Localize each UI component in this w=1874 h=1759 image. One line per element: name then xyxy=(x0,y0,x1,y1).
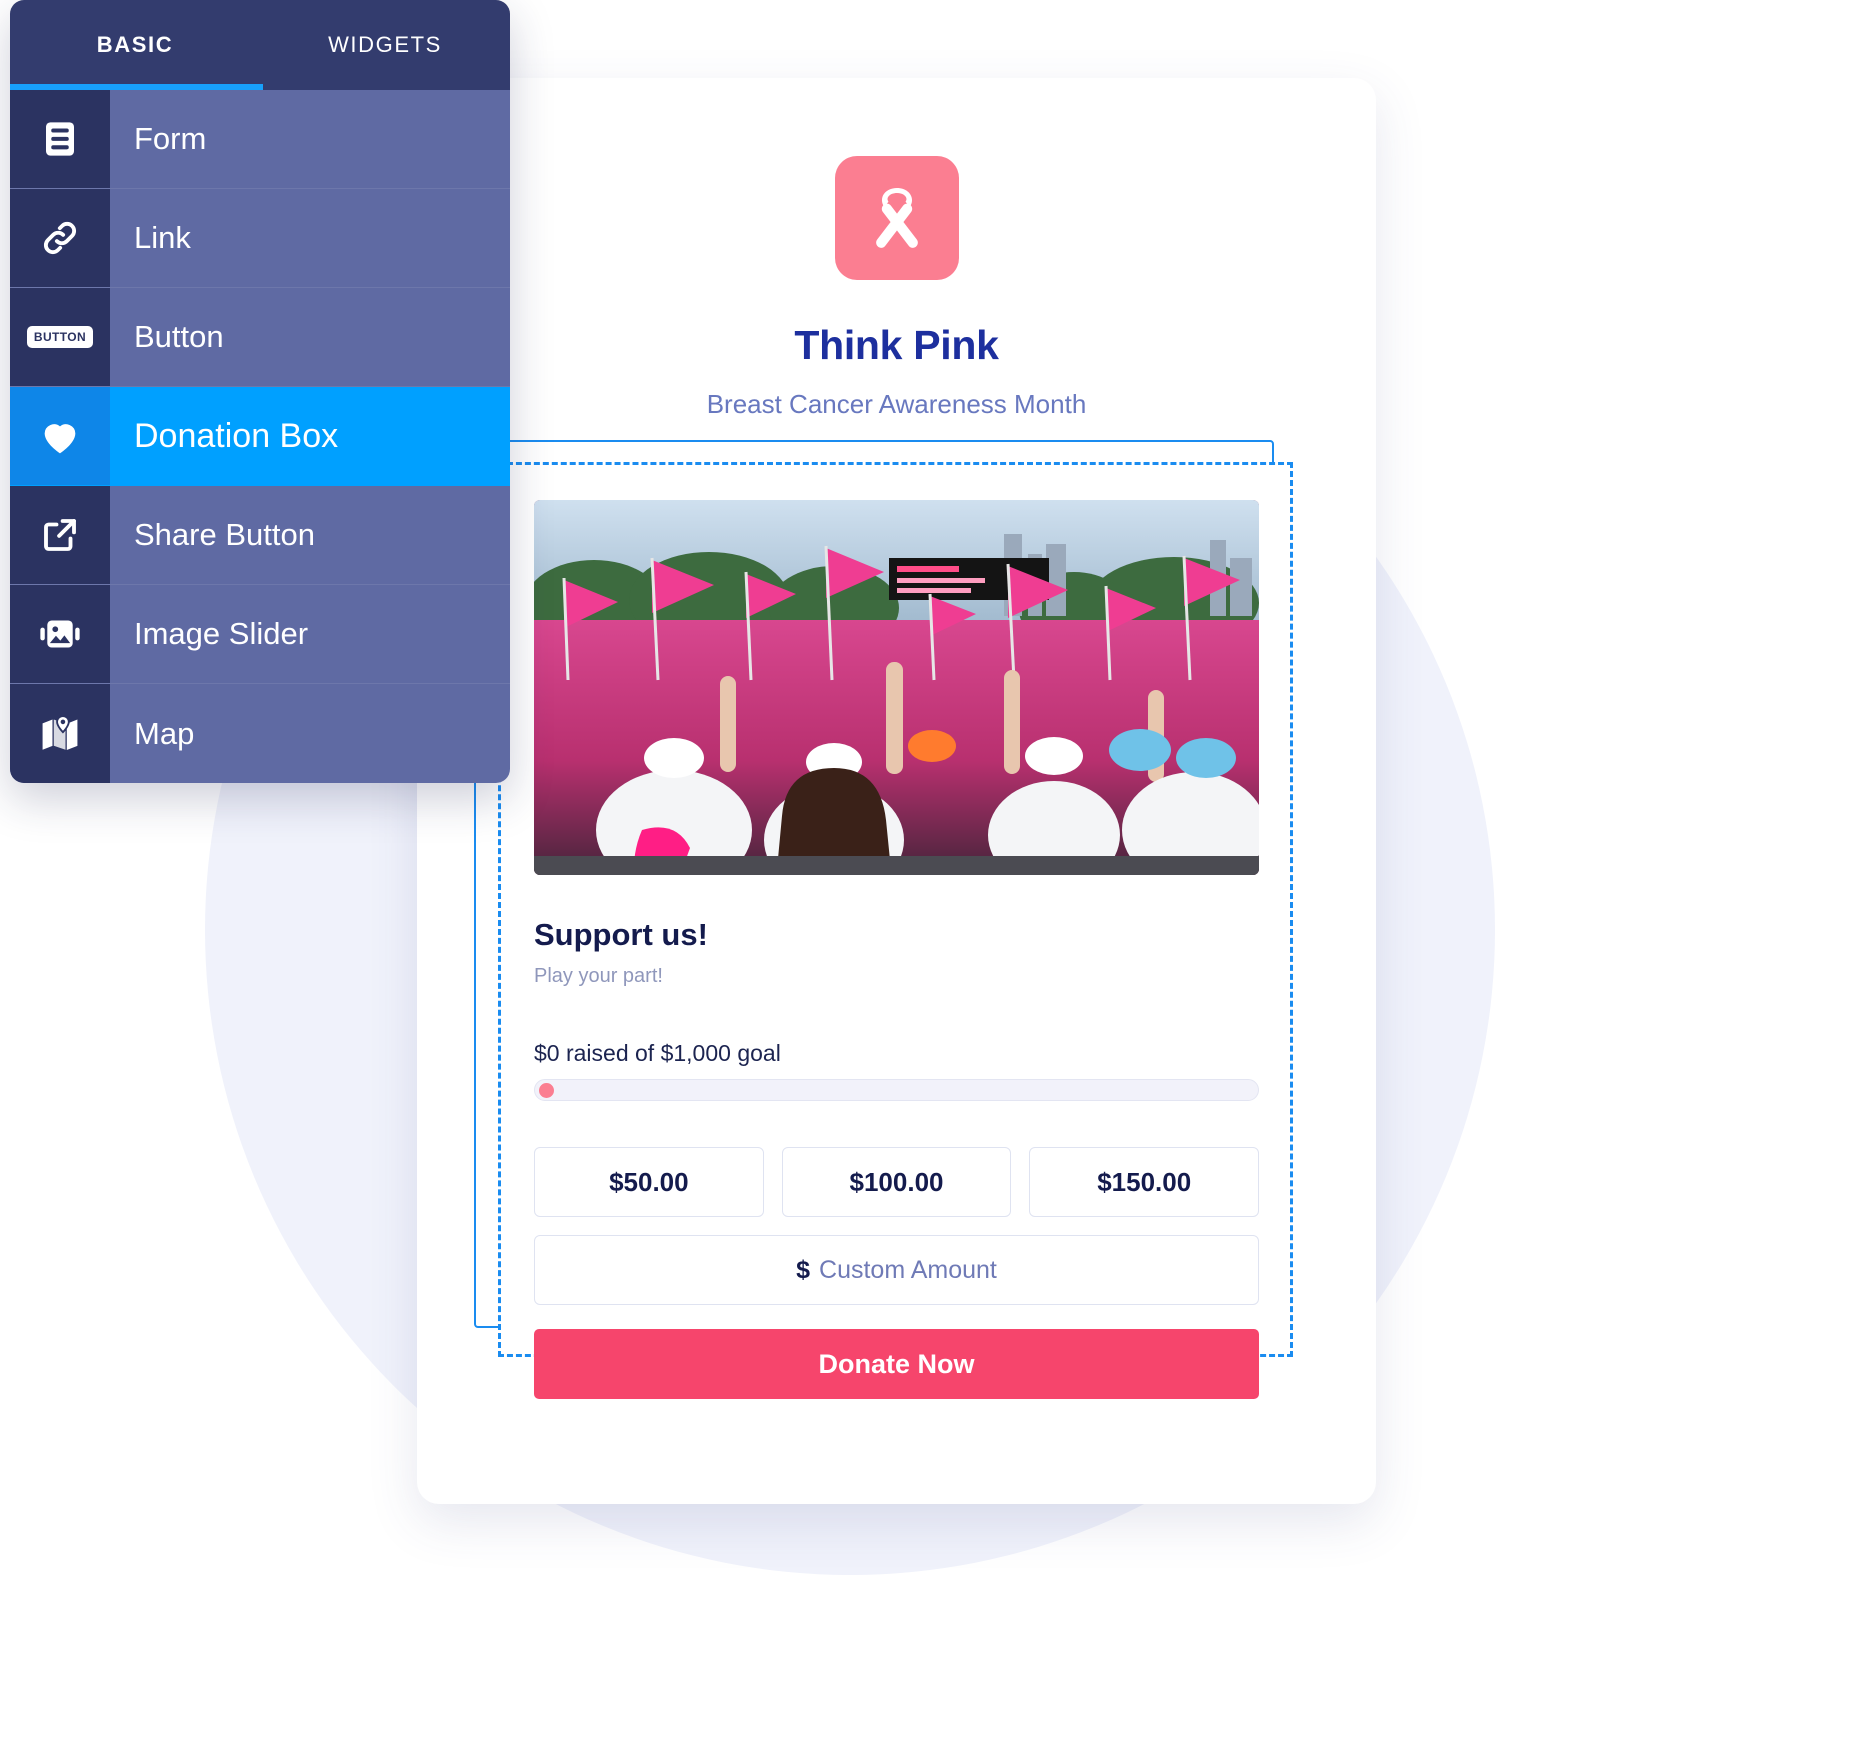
sidebar-item-image-slider[interactable]: Image Slider xyxy=(10,585,510,684)
sidebar-item-label: Donation Box xyxy=(134,416,339,455)
heart-icon xyxy=(10,387,110,485)
custom-amount-label: Custom Amount xyxy=(819,1255,997,1284)
amount-option-2[interactable]: $100.00 xyxy=(781,1147,1012,1217)
goal-progress-text: $0 raised of $1,000 goal xyxy=(534,1040,781,1066)
donation-amount-options: $50.00 $100.00 $150.00 xyxy=(534,1147,1260,1217)
sidebar-item-donation-box[interactable]: Donation Box xyxy=(10,387,510,486)
amount-option-3[interactable]: $150.00 xyxy=(1029,1147,1260,1217)
sidebar-item-share-button[interactable]: Share Button xyxy=(10,486,510,585)
sidebar-item-label: Button xyxy=(134,319,224,354)
page-subtitle: Breast Cancer Awareness Month xyxy=(706,389,1087,419)
dollar-sign-icon: $ xyxy=(796,1255,811,1284)
crowd-with-pink-flags-photo xyxy=(534,500,1259,875)
goal-progress-bar xyxy=(534,1079,1259,1101)
sidebar-item-label: Map xyxy=(134,715,195,751)
sidebar-item-label: Link xyxy=(134,220,191,255)
donation-subtitle: Play your part! xyxy=(534,965,663,987)
donation-title: Support us! xyxy=(534,917,708,952)
amount-option-1[interactable]: $50.00 xyxy=(534,1147,764,1217)
image-slider-icon xyxy=(10,585,110,683)
panel-tab-bar: BASIC WIDGETS xyxy=(10,0,510,90)
donate-now-button[interactable]: Donate Now xyxy=(534,1329,1259,1399)
sidebar-item-label: Image Slider xyxy=(134,616,309,651)
sidebar-item-form[interactable]: Form xyxy=(10,90,510,189)
sidebar-item-map[interactable]: Map xyxy=(10,684,510,783)
form-icon xyxy=(10,90,110,188)
widget-library-panel: BASIC WIDGETS Form Link BUTTON Button Do… xyxy=(10,0,510,783)
progress-knob xyxy=(539,1083,554,1098)
link-icon xyxy=(10,189,110,287)
sidebar-item-button[interactable]: BUTTON Button xyxy=(10,288,510,387)
tab-basic[interactable]: BASIC xyxy=(10,0,260,90)
sidebar-item-label: Form xyxy=(134,121,207,156)
donation-box-widget: Support us! Play your part! $0 raised of… xyxy=(534,500,1260,1399)
custom-amount-input[interactable]: $ Custom Amount xyxy=(534,1235,1259,1305)
page-title: Think Pink xyxy=(794,322,999,368)
map-icon xyxy=(10,684,110,783)
tab-widgets[interactable]: WIDGETS xyxy=(260,0,510,90)
button-icon: BUTTON xyxy=(10,288,110,386)
share-icon xyxy=(10,486,110,584)
sidebar-item-label: Share Button xyxy=(134,517,315,552)
widget-list: Form Link BUTTON Button Donation Box Sha… xyxy=(10,90,510,783)
button-glyph-label: BUTTON xyxy=(26,326,94,348)
sidebar-item-link[interactable]: Link xyxy=(10,189,510,288)
brand-header: Think Pink Breast Cancer Awareness Month xyxy=(417,78,1376,420)
awareness-ribbon-icon xyxy=(834,156,959,280)
